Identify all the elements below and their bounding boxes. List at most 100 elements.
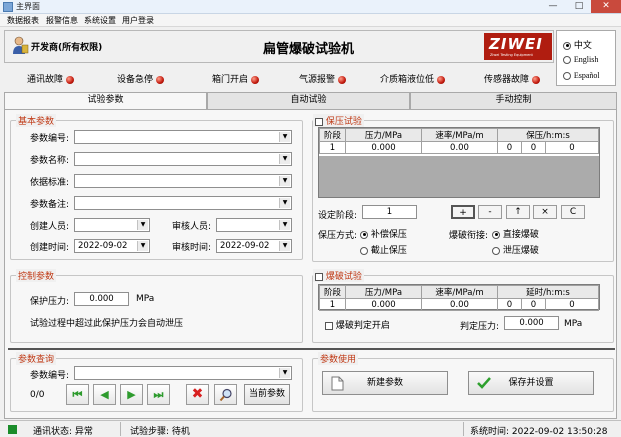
maximize-button[interactable]: □ (566, 0, 592, 13)
burst-link-direct[interactable]: 直接爆破 (492, 227, 539, 240)
table-row[interactable]: 1 0.000 0.00 0 0 0 (319, 141, 599, 154)
first-record-button[interactable]: ⏮ (66, 384, 89, 405)
chevron-down-icon: ▼ (279, 241, 290, 251)
hold-test-checkbox[interactable] (315, 117, 323, 126)
add-stage-button[interactable]: + (451, 205, 475, 219)
tab-test-params[interactable]: 试验参数 (4, 92, 207, 110)
current-param-button[interactable]: 当前参数 (244, 384, 290, 405)
menu-report[interactable]: 数据报表 (7, 15, 39, 26)
minimize-button[interactable]: — (540, 0, 566, 13)
judge-pressure-unit: MPa (564, 319, 583, 329)
col-hold: 保压/h:m:s (497, 128, 599, 142)
control-params-title: 控制参数 (16, 269, 57, 282)
lang-option-es[interactable]: Español (563, 71, 600, 81)
checkbox-icon (325, 321, 333, 330)
param-name-select[interactable]: ▼ (74, 152, 292, 166)
burst-link-label: 爆破衔接: (449, 231, 489, 241)
judge-pressure-input[interactable]: 0.000 (504, 316, 559, 330)
standard-select[interactable]: ▼ (74, 174, 292, 188)
indicator-sensor-fault: 传感器故障 (484, 72, 540, 85)
standard-label: 依据标准: (30, 178, 70, 188)
delete-stage-button[interactable]: × (533, 205, 557, 219)
burst-table: 阶段 压力/MPa 速率/MPa/m 延时/h:m:s 1 0.000 0.00… (318, 284, 600, 311)
menu-settings[interactable]: 系统设置 (84, 15, 116, 26)
reviewer-label: 审核人员: (172, 222, 212, 232)
basic-params-title: 基本参数 (16, 114, 57, 127)
app-title: 扁管爆破试验机 (263, 42, 355, 57)
tab-auto-test[interactable]: 自动试验 (207, 92, 410, 109)
led-icon (250, 75, 259, 84)
language-selector: 中文 English Español (556, 30, 616, 86)
record-count: 0/0 (30, 390, 45, 400)
new-param-button[interactable]: 新建参数 (322, 371, 448, 395)
status-indicator-icon (8, 425, 17, 434)
menu-alarm[interactable]: 报警信息 (46, 15, 78, 26)
set-stage-input[interactable]: 1 (362, 205, 417, 219)
col-delay: 延时/h:m:s (497, 285, 599, 299)
save-apply-button[interactable]: 保存并设置 (468, 371, 594, 395)
indicator-air-alarm: 气源报警 (299, 72, 346, 85)
menu-login[interactable]: 用户登录 (122, 15, 154, 26)
divider (8, 348, 615, 350)
move-up-button[interactable]: ↑ (506, 205, 530, 219)
judge-pressure-label: 判定压力: (460, 322, 500, 332)
burst-judge-enable[interactable]: 爆破判定开启 (325, 318, 390, 331)
chevron-down-icon: ▼ (137, 241, 148, 251)
indicator-low-level: 介质箱液位低 (380, 72, 445, 85)
checkmark-icon (477, 377, 491, 389)
query-param-select[interactable]: ▼ (74, 366, 292, 380)
radio-icon (360, 230, 368, 239)
protect-pressure-input[interactable]: 0.000 (74, 292, 129, 306)
protect-pressure-label: 保护压力: (30, 297, 70, 307)
query-param-no-label: 参数编号: (30, 371, 70, 381)
hold-mode-compensate[interactable]: 补偿保压 (360, 227, 407, 240)
col-pressure: 压力/MPa (345, 285, 422, 299)
review-date-picker[interactable]: 2022-09-02 ▼ (216, 239, 292, 253)
menu-bar: 数据报表 报警信息 系统设置 用户登录 (0, 14, 621, 27)
remove-stage-button[interactable]: - (478, 205, 502, 219)
tab-manual-control[interactable]: 手动控制 (410, 92, 617, 109)
note-select[interactable]: ▼ (74, 196, 292, 210)
indicator-comm-fault: 通讯故障 (27, 72, 74, 85)
next-record-button[interactable]: ▶ (120, 384, 143, 405)
prev-record-button[interactable]: ◀ (93, 384, 116, 405)
led-icon (531, 75, 540, 84)
led-icon (155, 75, 164, 84)
chevron-down-icon: ▼ (137, 220, 148, 230)
burst-test-checkbox[interactable] (315, 272, 323, 281)
chevron-down-icon: ▼ (279, 220, 290, 230)
creator-select[interactable]: ▼ (74, 218, 150, 232)
col-pressure: 压力/MPa (345, 128, 422, 142)
delete-record-button[interactable]: ✖ (186, 384, 209, 405)
burst-link-release[interactable]: 泄压爆破 (492, 243, 539, 256)
search-record-button[interactable] (214, 384, 237, 405)
close-button[interactable]: ✕ (591, 0, 621, 13)
app-icon (3, 2, 13, 12)
param-no-select[interactable]: ▼ (74, 130, 292, 144)
table-empty-area (319, 156, 599, 197)
reviewer-select[interactable]: ▼ (216, 218, 292, 232)
hold-mode-label: 保压方式: (318, 231, 358, 241)
lang-option-en[interactable]: English (563, 55, 598, 65)
tab-bar: 试验参数 自动试验 手动控制 (4, 92, 617, 110)
search-icon (219, 388, 232, 402)
hold-table: 阶段 压力/MPa 速率/MPa/m 保压/h:m:s 1 0.000 0.00… (318, 127, 600, 198)
indicator-estop: 设备急停 (117, 72, 164, 85)
clear-button[interactable]: C (561, 205, 585, 219)
last-icon: ⏭ (153, 388, 164, 401)
led-icon (436, 75, 445, 84)
chevron-down-icon: ▼ (279, 198, 290, 208)
radio-icon (563, 55, 571, 64)
first-icon: ⏮ (72, 388, 83, 401)
last-record-button[interactable]: ⏭ (147, 384, 170, 405)
hold-mode-cutoff[interactable]: 截止保压 (360, 243, 407, 256)
create-date-picker[interactable]: 2022-09-02 ▼ (74, 239, 150, 253)
comm-status: 通讯状态: 异常 (33, 427, 93, 437)
lang-option-zh[interactable]: 中文 (563, 38, 592, 51)
delete-x-icon: ✖ (191, 386, 204, 402)
chevron-down-icon: ▼ (279, 132, 290, 142)
user-icon (13, 36, 29, 54)
chevron-down-icon: ▼ (279, 368, 290, 378)
table-row[interactable]: 1 0.000 0.00 0 0 0 (319, 298, 599, 311)
note-label: 参数备注: (30, 200, 70, 210)
